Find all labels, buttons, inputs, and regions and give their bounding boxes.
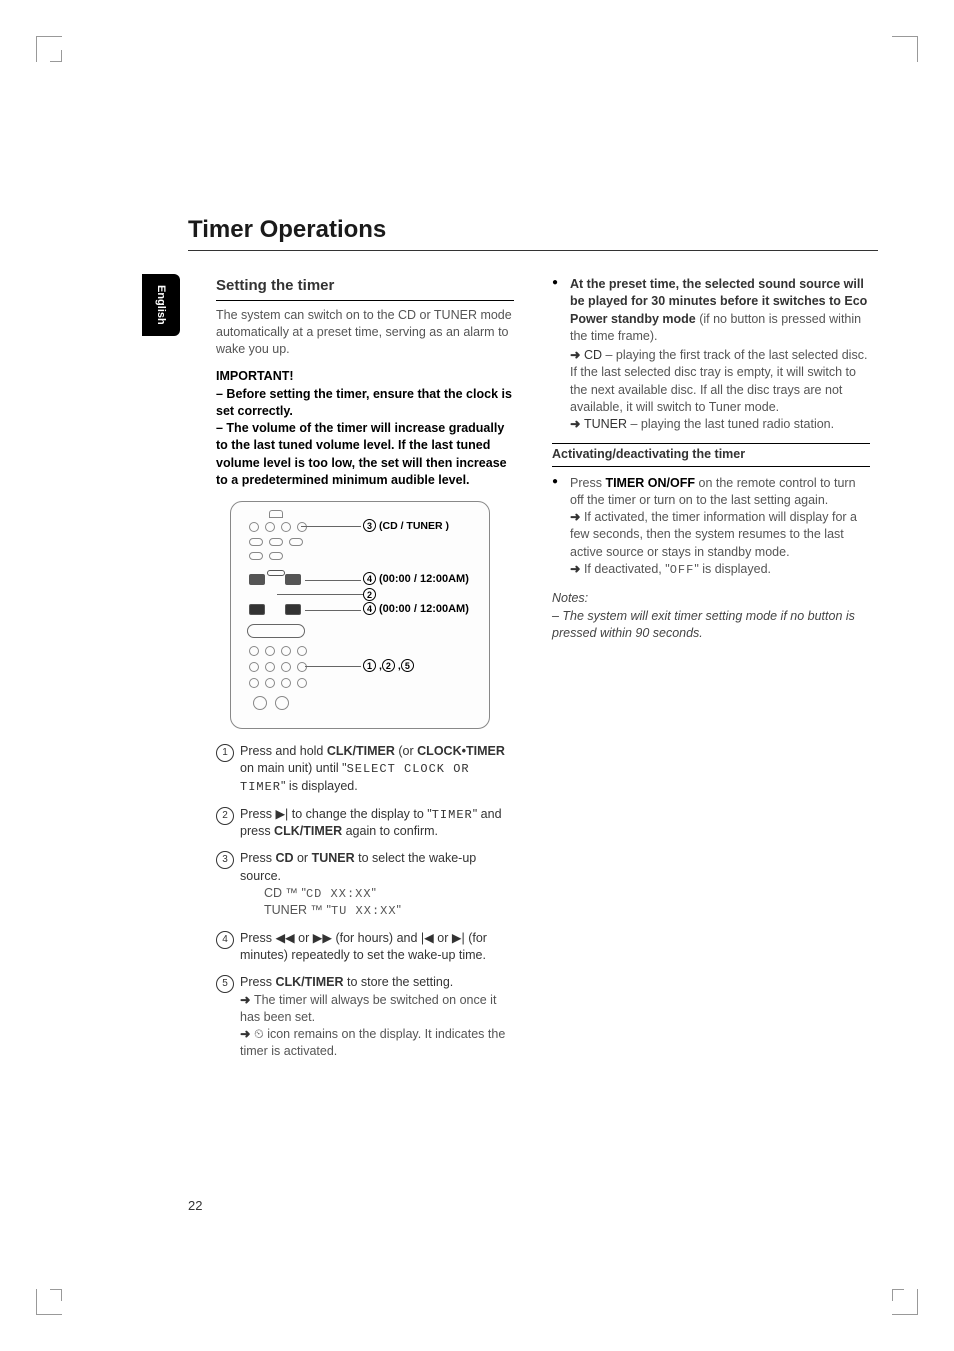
t: TU XX:XX — [331, 904, 397, 918]
right-column: At the preset time, the selected sound s… — [552, 276, 870, 642]
t: Press — [240, 975, 275, 989]
next-icon: ▶| — [452, 930, 465, 947]
preset-bullet: At the preset time, the selected sound s… — [552, 276, 870, 433]
t: CLK/TIMER — [275, 975, 343, 989]
t: OFF — [670, 563, 695, 577]
t: (for hours) and — [332, 931, 421, 945]
t: to change the display to " — [288, 807, 431, 821]
t: The timer will always be switched on onc… — [240, 993, 496, 1024]
crop-mark — [892, 36, 918, 62]
t: Press and hold — [240, 744, 327, 758]
important-line: – Before setting the timer, ensure that … — [216, 386, 514, 421]
page-title: Timer Operations — [188, 216, 878, 251]
section-heading: Setting the timer — [216, 276, 514, 301]
notes-body: – The system will exit timer setting mod… — [552, 609, 855, 640]
t: Press — [240, 807, 275, 821]
t: or — [295, 931, 313, 945]
t: TUNER ™ " — [264, 903, 331, 917]
t: CD – CD – playing the first track of the… — [584, 348, 616, 362]
t: icon remains on the display. It indicate… — [240, 1027, 505, 1058]
diagram-label-4b: (00:00 / 12:00AM) — [379, 603, 469, 615]
crop-mark — [50, 1289, 62, 1301]
t: " is displayed. — [694, 562, 771, 576]
t: " — [397, 903, 401, 917]
step-1: Press and hold CLK/TIMER (or CLOCK•TIMER… — [216, 743, 514, 795]
t: on main unit) until " — [240, 761, 347, 775]
t: If deactivated, " — [584, 562, 670, 576]
important-line: – The volume of the timer will increase … — [216, 420, 514, 489]
t: CLK/TIMER — [274, 824, 342, 838]
t: TIMER ON/OFF — [605, 476, 695, 490]
language-tab: English — [142, 274, 180, 336]
t: CD — [275, 851, 293, 865]
sub-heading: Activating/deactivating the timer — [552, 443, 870, 466]
crop-mark — [50, 50, 62, 62]
t: TIMER — [432, 808, 473, 822]
diagram-label-3: (CD / TUNER ) — [379, 520, 449, 532]
prev-icon: |◀ — [421, 930, 434, 947]
left-column: Setting the timer The system can switch … — [216, 276, 514, 1071]
step-5: Press CLK/TIMER to store the setting. Th… — [216, 974, 514, 1060]
rewind-icon: ◀◀ — [275, 930, 294, 947]
crop-mark — [892, 1289, 904, 1301]
t: If activated, the timer information will… — [570, 510, 857, 559]
t: CD ™ " — [264, 886, 306, 900]
diagram-label-4a: (00:00 / 12:00AM) — [379, 573, 469, 585]
t: Press — [240, 851, 275, 865]
t: CLK/TIMER — [327, 744, 395, 758]
next-icon: ▶| — [275, 806, 288, 823]
t: TUNER — [312, 851, 355, 865]
step-2: Press ▶| to change the display to "TIMER… — [216, 806, 514, 841]
t: to store the setting. — [344, 975, 454, 989]
t: " — [372, 886, 376, 900]
t: CD XX:XX — [306, 887, 372, 901]
notes-label: Notes: — [552, 591, 588, 605]
t: Press — [570, 476, 605, 490]
page-number: 22 — [188, 1198, 202, 1213]
t: again to confirm. — [342, 824, 438, 838]
important-block: IMPORTANT! – Before setting the timer, e… — [216, 368, 514, 489]
step-4: Press ◀◀ or ▶▶ (for hours) and |◀ or ▶| … — [216, 930, 514, 965]
t: or — [434, 931, 452, 945]
step-3: Press CD or TUNER to select the wake-up … — [216, 850, 514, 920]
timer-icon: ⏲ — [254, 1026, 264, 1043]
t: (or — [395, 744, 417, 758]
forward-icon: ▶▶ — [313, 930, 332, 947]
intro-text: The system can switch on to the CD or TU… — [216, 307, 514, 359]
remote-diagram: 3(CD / TUNER ) 4(00:00 / 12:00AM) 2 4(00… — [230, 501, 490, 729]
t: " is displayed. — [281, 779, 358, 793]
t: or — [294, 851, 312, 865]
t: Press — [240, 931, 275, 945]
activate-bullet: Press TIMER ON/OFF on the remote control… — [552, 475, 870, 579]
t: CLOCK•TIMER — [417, 744, 505, 758]
steps-list: Press and hold CLK/TIMER (or CLOCK•TIMER… — [216, 743, 514, 1060]
important-label: IMPORTANT! — [216, 368, 514, 385]
